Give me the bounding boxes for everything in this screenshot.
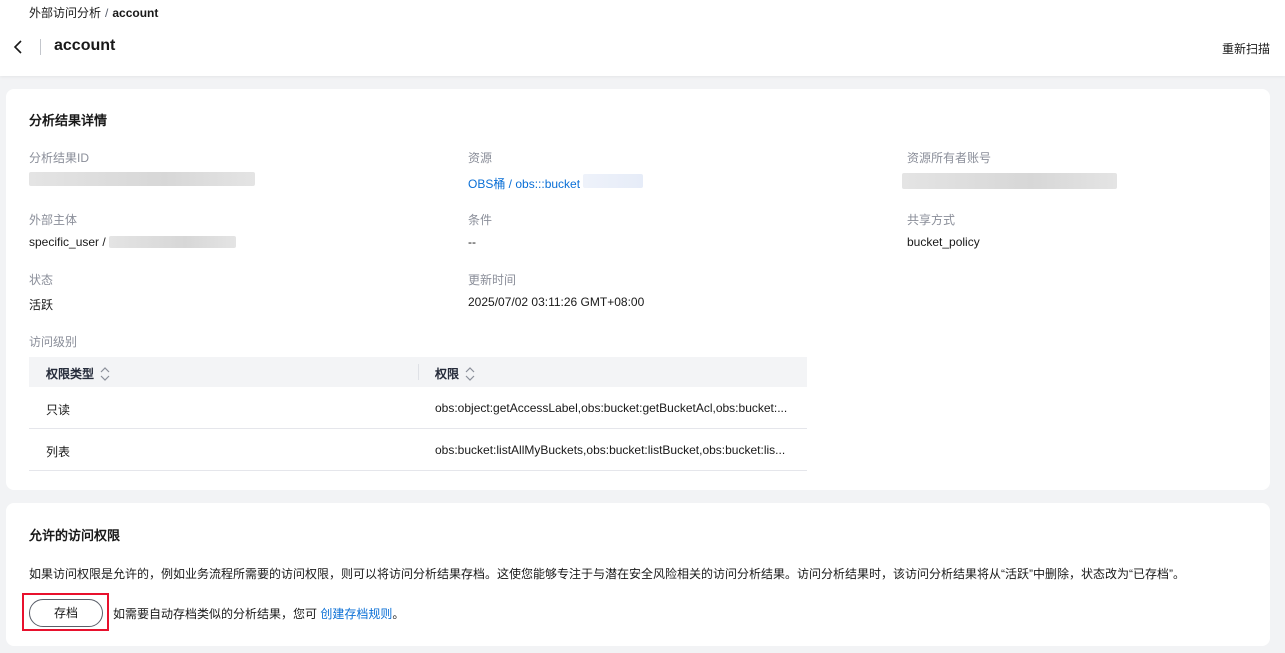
row-permission: obs:object:getAccessLabel,obs:bucket:get… bbox=[435, 401, 788, 415]
row-permission-type: 列表 bbox=[46, 445, 71, 459]
row-permission: obs:bucket:listAllMyBuckets,obs:bucket:l… bbox=[435, 443, 786, 457]
share-label: 共享方式 bbox=[907, 213, 956, 227]
table-row: 只读 obs:object:getAccessLabel,obs:bucket:… bbox=[29, 387, 807, 429]
condition-label: 条件 bbox=[468, 213, 493, 227]
table-header: 权限类型 权限 bbox=[29, 357, 807, 387]
updated-label: 更新时间 bbox=[468, 273, 517, 287]
allowed-access-card: 允许的访问权限 如果访问权限是允许的，例如业务流程所需要的访问权限，则可以将访问… bbox=[6, 503, 1270, 646]
analysis-details-card: 分析结果详情 分析结果ID 资源 OBS桶 / obs:::bucket 资源所… bbox=[6, 89, 1270, 490]
rescan-button[interactable]: 重新扫描 bbox=[1222, 40, 1270, 57]
resource-redacted bbox=[583, 174, 643, 188]
sort-icon[interactable] bbox=[465, 366, 475, 381]
resource-label: 资源 bbox=[468, 151, 493, 165]
chevron-left-icon[interactable] bbox=[10, 37, 28, 57]
owner-redacted bbox=[902, 173, 1117, 189]
updated-value: 2025/07/02 03:11:26 GMT+08:00 bbox=[468, 295, 645, 309]
sort-icon[interactable] bbox=[100, 366, 110, 381]
principal-label: 外部主体 bbox=[29, 213, 78, 227]
result-id-redacted bbox=[29, 172, 255, 186]
column-permission-type[interactable]: 权限类型 bbox=[46, 365, 110, 382]
page-title: account bbox=[54, 37, 116, 54]
hint-text: 如需要自动存档类似的分析结果，您可 bbox=[113, 607, 318, 621]
condition-value: -- bbox=[468, 235, 476, 249]
hint-suffix: 。 bbox=[392, 607, 405, 621]
breadcrumb-parent[interactable]: 外部访问分析 bbox=[29, 6, 101, 20]
status-value: 活跃 bbox=[29, 298, 54, 312]
details-title: 分析结果详情 bbox=[29, 113, 108, 128]
row-permission-type: 只读 bbox=[46, 403, 71, 417]
header-divider bbox=[40, 39, 41, 55]
allowed-description: 如果访问权限是允许的，例如业务流程所需要的访问权限，则可以将访问分析结果存档。这… bbox=[29, 567, 1185, 581]
owner-label: 资源所有者账号 bbox=[907, 151, 992, 165]
archive-hint: 如需要自动存档类似的分析结果，您可 创建存档规则。 bbox=[113, 605, 404, 622]
share-value: bucket_policy bbox=[907, 235, 980, 249]
column-permission[interactable]: 权限 bbox=[435, 365, 475, 382]
access-level-table: 权限类型 权限 只读 obs:object:getAccessLabel,obs… bbox=[29, 357, 807, 471]
breadcrumb-separator: / bbox=[105, 6, 109, 20]
column-permission-type-label: 权限类型 bbox=[46, 367, 95, 381]
column-divider bbox=[418, 364, 419, 380]
top-bar: 外部访问分析 / account account 重新扫描 bbox=[0, 0, 1285, 76]
result-id-label: 分析结果ID bbox=[29, 151, 90, 165]
principal-redacted bbox=[109, 236, 236, 248]
access-level-label: 访问级别 bbox=[29, 335, 78, 349]
table-row: 列表 obs:bucket:listAllMyBuckets,obs:bucke… bbox=[29, 429, 807, 471]
allowed-title: 允许的访问权限 bbox=[29, 528, 121, 543]
breadcrumb: 外部访问分析 / account bbox=[29, 4, 158, 21]
create-archive-rule-link[interactable]: 创建存档规则 bbox=[320, 607, 392, 621]
resource-link[interactable]: OBS桶 / obs:::bucket bbox=[468, 175, 580, 192]
status-label: 状态 bbox=[29, 273, 54, 287]
archive-button[interactable]: 存档 bbox=[29, 599, 103, 627]
column-permission-label: 权限 bbox=[435, 367, 460, 381]
principal-value: specific_user / bbox=[29, 235, 106, 249]
breadcrumb-current: account bbox=[112, 6, 159, 20]
